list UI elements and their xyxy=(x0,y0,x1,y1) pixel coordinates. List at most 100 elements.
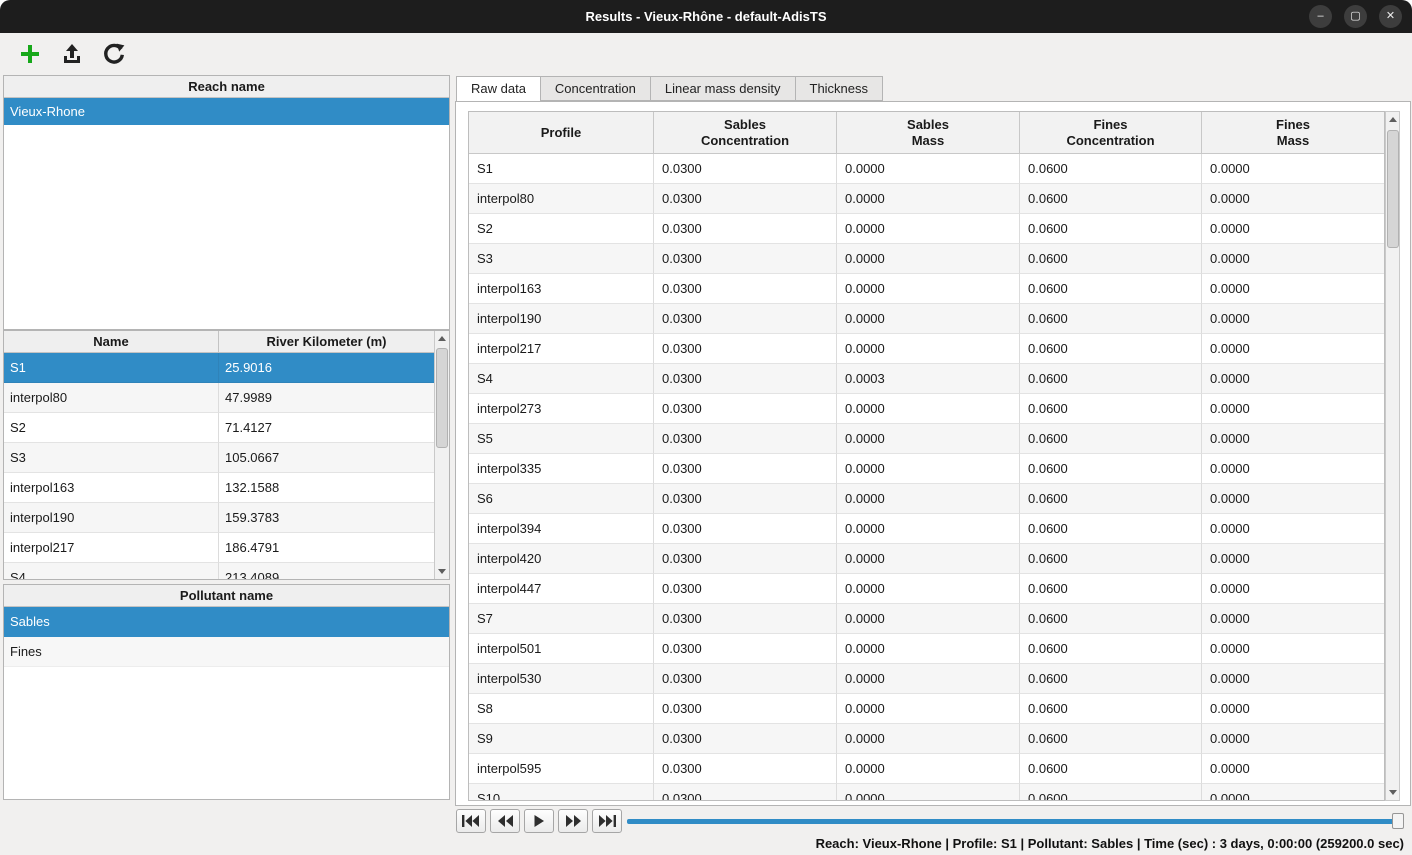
pollutant-list-item[interactable]: Fines xyxy=(4,637,449,667)
data-row[interactable]: interpol4470.03000.00000.06000.0000 xyxy=(469,574,1384,604)
data-row[interactable]: S30.03000.00000.06000.0000 xyxy=(469,244,1384,274)
maximize-button[interactable]: ▢ xyxy=(1344,5,1367,28)
rewind-icon xyxy=(497,815,514,827)
time-slider-track[interactable] xyxy=(627,819,1400,824)
value-cell: 0.0300 xyxy=(654,784,837,801)
time-slider[interactable] xyxy=(627,813,1404,829)
data-row[interactable]: interpol3350.03000.00000.06000.0000 xyxy=(469,454,1384,484)
data-row[interactable]: S20.03000.00000.06000.0000 xyxy=(469,214,1384,244)
scroll-up-icon[interactable] xyxy=(1386,112,1400,127)
grid-scrollbar[interactable] xyxy=(1385,111,1400,801)
profile-row[interactable]: S271.4127 xyxy=(4,413,449,443)
profile-cell: interpol335 xyxy=(469,454,654,484)
data-row[interactable]: S10.03000.00000.06000.0000 xyxy=(469,154,1384,184)
value-cell: 0.0600 xyxy=(1020,334,1202,364)
scroll-up-icon[interactable] xyxy=(435,331,449,346)
data-row[interactable]: interpol1900.03000.00000.06000.0000 xyxy=(469,304,1384,334)
profile-name-cell: S2 xyxy=(4,413,219,443)
data-row[interactable]: S90.03000.00000.06000.0000 xyxy=(469,724,1384,754)
value-cell: 0.0000 xyxy=(1202,724,1384,754)
profile-cell: interpol273 xyxy=(469,394,654,424)
profile-row[interactable]: S125.9016 xyxy=(4,353,449,383)
scroll-down-icon[interactable] xyxy=(1386,785,1400,800)
value-cell: 0.0600 xyxy=(1020,544,1202,574)
data-row[interactable]: S80.03000.00000.06000.0000 xyxy=(469,694,1384,724)
status-text: Reach: Vieux-Rhone | Profile: S1 | Pollu… xyxy=(816,836,1404,851)
data-row[interactable]: interpol5950.03000.00000.06000.0000 xyxy=(469,754,1384,784)
tab-linear-mass-density[interactable]: Linear mass density xyxy=(650,76,795,101)
skip-to-end-button[interactable] xyxy=(592,809,622,833)
value-cell: 0.0003 xyxy=(837,364,1020,394)
value-cell: 0.0600 xyxy=(1020,424,1202,454)
value-cell: 0.0600 xyxy=(1020,394,1202,424)
value-cell: 0.0600 xyxy=(1020,574,1202,604)
grid-header-fines-mass: Fines Mass xyxy=(1202,112,1384,153)
profile-row[interactable]: interpol190159.3783 xyxy=(4,503,449,533)
minimize-button[interactable]: – xyxy=(1309,5,1332,28)
value-cell: 0.0000 xyxy=(837,784,1020,801)
rewind-button[interactable] xyxy=(490,809,520,833)
profile-name-cell: S3 xyxy=(4,443,219,473)
reach-list: Vieux-Rhone xyxy=(4,98,449,125)
data-row[interactable]: interpol2170.03000.00000.06000.0000 xyxy=(469,334,1384,364)
skip-to-start-button[interactable] xyxy=(456,809,486,833)
scrollbar-thumb[interactable] xyxy=(1387,130,1399,248)
value-cell: 0.0600 xyxy=(1020,724,1202,754)
data-row[interactable]: interpol5300.03000.00000.06000.0000 xyxy=(469,664,1384,694)
profile-cell: S3 xyxy=(469,244,654,274)
value-cell: 0.0000 xyxy=(1202,574,1384,604)
data-row[interactable]: interpol5010.03000.00000.06000.0000 xyxy=(469,634,1384,664)
profile-row[interactable]: interpol217186.4791 xyxy=(4,533,449,563)
profiles-scrollbar[interactable] xyxy=(434,331,449,579)
profile-cell: interpol420 xyxy=(469,544,654,574)
value-cell: 0.0600 xyxy=(1020,634,1202,664)
value-cell: 0.0000 xyxy=(837,424,1020,454)
time-slider-handle[interactable] xyxy=(1392,813,1404,829)
value-cell: 0.0600 xyxy=(1020,274,1202,304)
profile-cell: S1 xyxy=(469,154,654,184)
value-cell: 0.0000 xyxy=(837,454,1020,484)
data-row[interactable]: interpol1630.03000.00000.06000.0000 xyxy=(469,274,1384,304)
pollutant-list-item[interactable]: Sables xyxy=(4,607,449,637)
profile-row[interactable]: S3105.0667 xyxy=(4,443,449,473)
profile-km-cell: 71.4127 xyxy=(219,413,434,443)
value-cell: 0.0000 xyxy=(1202,244,1384,274)
data-row[interactable]: interpol3940.03000.00000.06000.0000 xyxy=(469,514,1384,544)
data-row[interactable]: interpol2730.03000.00000.06000.0000 xyxy=(469,394,1384,424)
profile-row[interactable]: interpol163132.1588 xyxy=(4,473,449,503)
profile-cell: S5 xyxy=(469,424,654,454)
profile-cell: interpol190 xyxy=(469,304,654,334)
value-cell: 0.0300 xyxy=(654,514,837,544)
value-cell: 0.0300 xyxy=(654,634,837,664)
profile-row[interactable]: interpol8047.9989 xyxy=(4,383,449,413)
data-row[interactable]: S100.03000.00000.06000.0000 xyxy=(469,784,1384,801)
data-row[interactable]: S50.03000.00000.06000.0000 xyxy=(469,424,1384,454)
tab-thickness[interactable]: Thickness xyxy=(795,76,884,101)
play-button[interactable] xyxy=(524,809,554,833)
tab-concentration[interactable]: Concentration xyxy=(541,76,650,101)
value-cell: 0.0300 xyxy=(654,544,837,574)
data-row[interactable]: interpol800.03000.00000.06000.0000 xyxy=(469,184,1384,214)
reach-list-item[interactable]: Vieux-Rhone xyxy=(4,98,449,125)
data-row[interactable]: S70.03000.00000.06000.0000 xyxy=(469,604,1384,634)
refresh-button[interactable] xyxy=(100,40,128,68)
tab-raw-data[interactable]: Raw data xyxy=(456,76,541,102)
data-row[interactable]: S40.03000.00030.06000.0000 xyxy=(469,364,1384,394)
profile-row[interactable]: S4213.4089 xyxy=(4,563,449,580)
data-row[interactable]: interpol4200.03000.00000.06000.0000 xyxy=(469,544,1384,574)
value-cell: 0.0600 xyxy=(1020,184,1202,214)
value-cell: 0.0300 xyxy=(654,184,837,214)
add-button[interactable] xyxy=(16,40,44,68)
export-button[interactable] xyxy=(58,40,86,68)
scrollbar-thumb[interactable] xyxy=(436,348,448,448)
scroll-down-icon[interactable] xyxy=(435,564,449,579)
value-cell: 0.0300 xyxy=(654,574,837,604)
value-cell: 0.0000 xyxy=(1202,274,1384,304)
data-row[interactable]: S60.03000.00000.06000.0000 xyxy=(469,484,1384,514)
value-cell: 0.0000 xyxy=(837,244,1020,274)
fast-forward-button[interactable] xyxy=(558,809,588,833)
titlebar: Results - Vieux-Rhône - default-AdisTS –… xyxy=(0,0,1412,33)
value-cell: 0.0300 xyxy=(654,154,837,184)
value-cell: 0.0000 xyxy=(837,724,1020,754)
close-button[interactable]: ✕ xyxy=(1379,5,1402,28)
